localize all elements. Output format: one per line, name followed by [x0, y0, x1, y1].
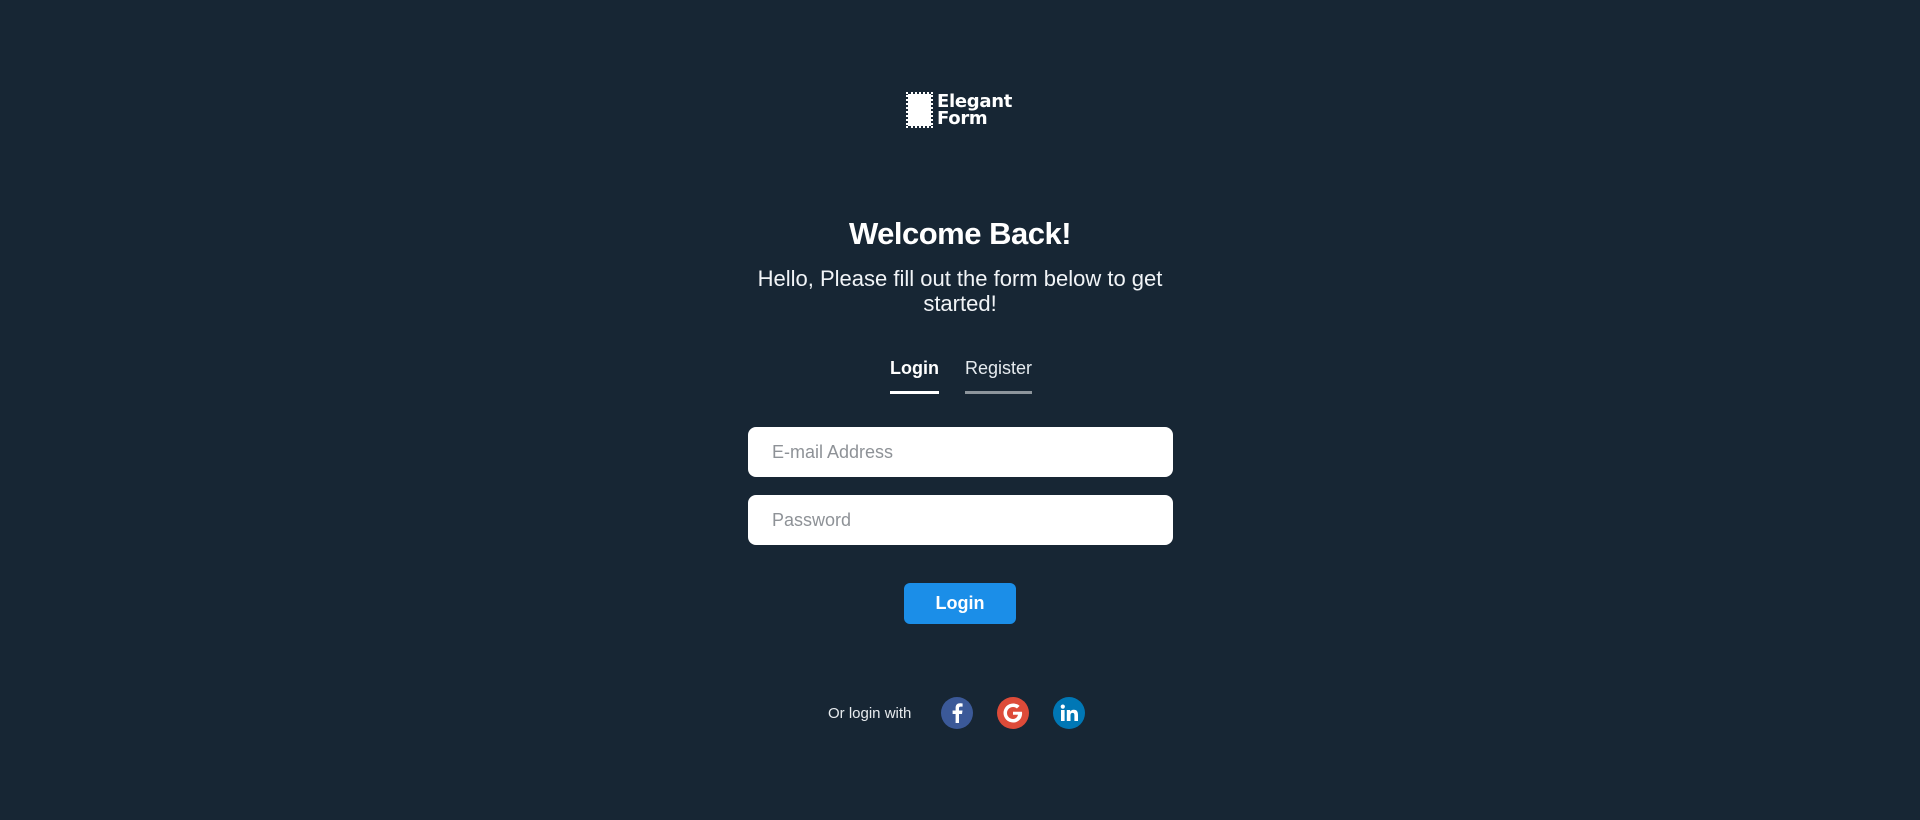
- linkedin-login-button[interactable]: [1053, 697, 1086, 729]
- logo-stamp-icon: [906, 92, 933, 128]
- linkedin-icon: [1061, 704, 1079, 721]
- login-button[interactable]: Login: [904, 583, 1016, 624]
- social-login: Or login with: [828, 697, 1086, 729]
- tab-login[interactable]: Login: [890, 358, 939, 394]
- social-login-label: Or login with: [828, 704, 912, 722]
- page-subtitle: Hello, Please fill out the form below to…: [757, 266, 1163, 316]
- tab-register[interactable]: Register: [964, 358, 1033, 394]
- logo-text-line2: Form: [937, 108, 988, 129]
- login-page: Elegant Form Welcome Back! Hello, Please…: [0, 0, 1920, 820]
- google-login-button[interactable]: [997, 697, 1030, 729]
- logo: Elegant Form: [906, 92, 1012, 129]
- google-icon: [1003, 703, 1023, 723]
- auth-tabs: Login Register: [890, 358, 1033, 394]
- logo-text: Elegant Form: [937, 93, 1012, 129]
- password-field[interactable]: [748, 495, 1173, 545]
- facebook-icon: [952, 703, 963, 723]
- page-title: Welcome Back!: [848, 216, 1072, 251]
- email-field[interactable]: [748, 427, 1173, 477]
- facebook-login-button[interactable]: [941, 697, 974, 729]
